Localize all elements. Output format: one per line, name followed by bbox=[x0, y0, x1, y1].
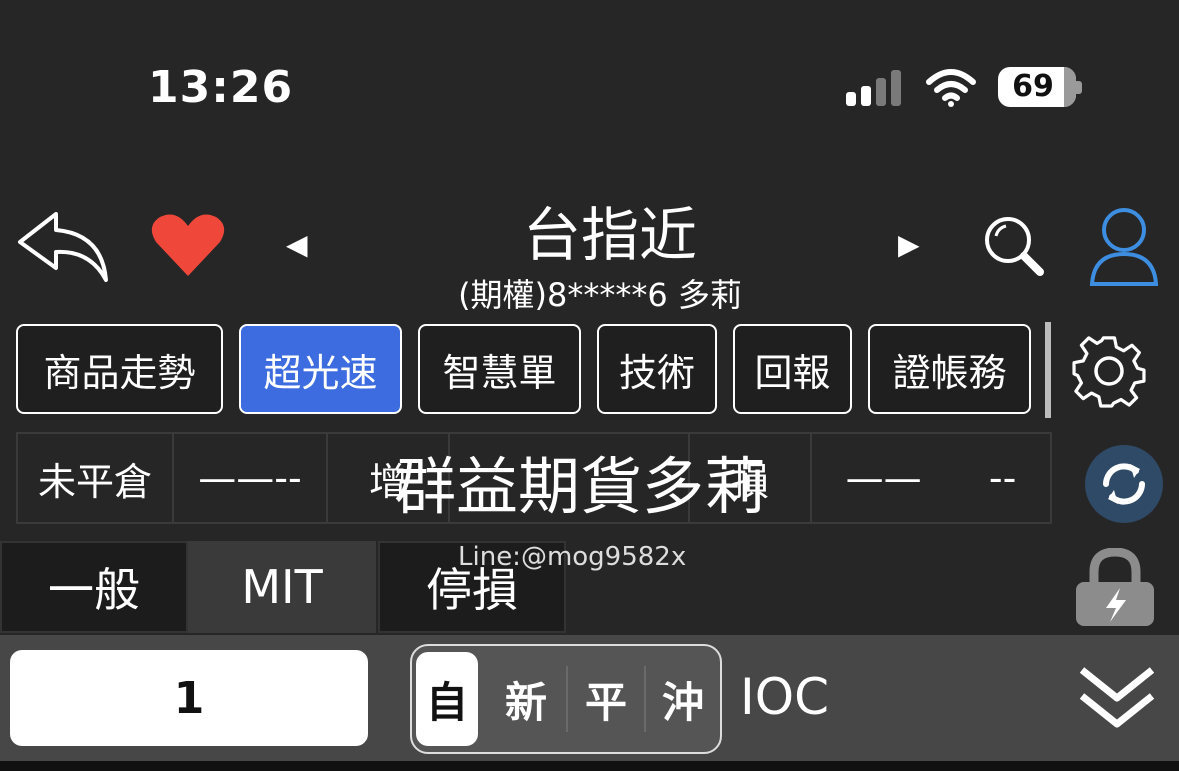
user-profile-icon[interactable] bbox=[1088, 206, 1160, 286]
battery-level: 69 bbox=[1012, 69, 1054, 104]
open-position-row: 未平倉 ——-- 增 損 —— -- bbox=[16, 432, 1052, 524]
open-close-auto[interactable]: 自 bbox=[416, 652, 478, 746]
chevron-double-down-icon[interactable] bbox=[1078, 664, 1156, 732]
account-subtitle: (期權)8*****6 多莉 bbox=[458, 276, 742, 314]
tab-securities-account[interactable]: 證帳務 bbox=[868, 324, 1031, 414]
order-condition-ioc[interactable]: IOC bbox=[740, 668, 829, 726]
watermark-line-id: Line:@mog9582x bbox=[458, 542, 687, 572]
bottom-strip bbox=[0, 761, 1179, 771]
tab-reports[interactable]: 回報 bbox=[733, 324, 852, 414]
tab-hyperspeed[interactable]: 超光速 bbox=[239, 324, 402, 414]
tab-technical[interactable]: 技術 bbox=[597, 324, 717, 414]
lock-flash-icon[interactable] bbox=[1074, 548, 1156, 628]
position-col-increase: 增 bbox=[328, 434, 450, 522]
profit-loss-value: —— bbox=[845, 456, 922, 500]
position-col-loss: 損 bbox=[690, 434, 812, 522]
battery-icon: 69 bbox=[998, 67, 1076, 107]
open-close-selector: 自 新 平 沖 bbox=[410, 644, 722, 754]
battery-tip bbox=[1076, 81, 1082, 94]
next-symbol-arrow-icon[interactable]: ▶ bbox=[898, 228, 920, 261]
position-col-middle bbox=[450, 434, 690, 522]
settings-gear-icon[interactable] bbox=[1068, 330, 1150, 412]
tab-product-trend[interactable]: 商品走勢 bbox=[16, 324, 223, 414]
open-position-label: 未平倉 bbox=[18, 434, 174, 522]
back-icon[interactable] bbox=[16, 210, 110, 284]
tab-scroll-divider bbox=[1045, 322, 1051, 418]
profit-loss-cell: —— -- bbox=[812, 434, 1050, 522]
open-close-close[interactable]: 平 bbox=[568, 652, 644, 746]
refresh-icon[interactable] bbox=[1084, 444, 1164, 524]
wifi-icon bbox=[925, 68, 977, 108]
profit-loss-extra: -- bbox=[988, 456, 1017, 500]
prev-symbol-arrow-icon[interactable]: ◀ bbox=[286, 228, 308, 261]
favorite-heart-icon[interactable] bbox=[150, 212, 226, 278]
cellular-signal-icon bbox=[846, 70, 906, 106]
tab-smart-order[interactable]: 智慧單 bbox=[418, 324, 581, 414]
order-type-general[interactable]: 一般 bbox=[0, 541, 188, 633]
open-close-new[interactable]: 新 bbox=[488, 652, 564, 746]
open-position-value: ——-- bbox=[174, 434, 328, 522]
open-close-daytrade[interactable]: 沖 bbox=[646, 652, 720, 746]
symbol-title: 台指近 bbox=[522, 201, 697, 269]
status-time: 13:26 bbox=[148, 62, 294, 113]
quantity-input[interactable]: 1 bbox=[10, 650, 368, 746]
search-icon[interactable] bbox=[982, 214, 1048, 278]
order-type-mit[interactable]: MIT bbox=[188, 541, 376, 633]
